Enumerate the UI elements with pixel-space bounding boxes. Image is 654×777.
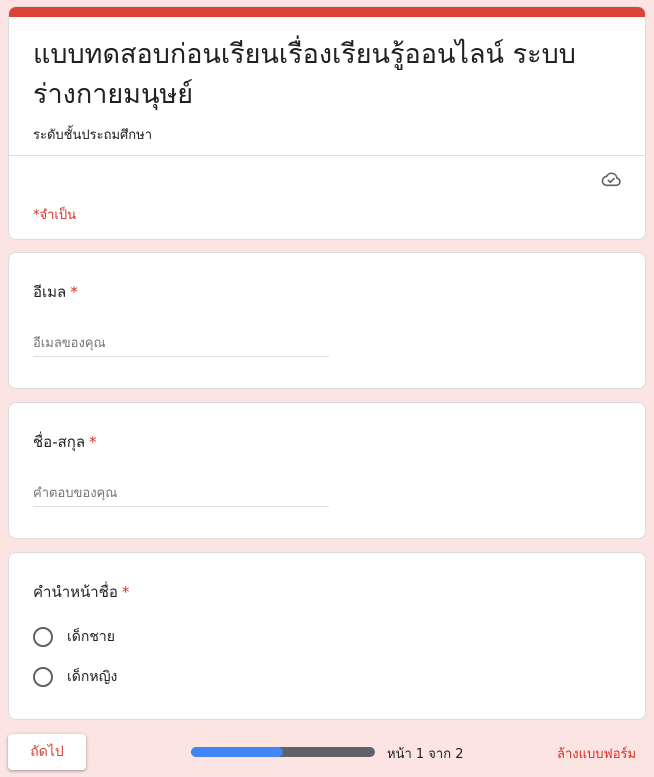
question-title-email: อีเมล * (33, 280, 78, 304)
progress-bar-fill (191, 747, 283, 757)
form-header-card: แบบทดสอบก่อนเรียนเรื่องเรียนรู้ออนไลน์ ร… (8, 6, 646, 240)
radio-option-boy[interactable]: เด็กชาย (33, 625, 115, 649)
required-asterisk: * (121, 583, 130, 601)
radio-option-girl[interactable]: เด็กหญิง (33, 665, 117, 689)
question-title-text: อีเมล (33, 283, 67, 301)
question-title-fullname: ชื่อ-สกุล * (33, 430, 97, 454)
question-title-text: ชื่อ-สกุล (33, 433, 86, 451)
question-title-text: คำนำหน้าชื่อ (33, 583, 118, 601)
question-title-prefix: คำนำหน้าชื่อ * (33, 580, 129, 604)
progress-bar (191, 747, 375, 757)
radio-button[interactable] (33, 667, 53, 687)
cloud-check-icon (601, 172, 621, 187)
next-button[interactable]: ถัดไป (8, 734, 86, 770)
radio-option-label: เด็กชาย (67, 629, 115, 645)
form-description: ระดับชั้นประถมศึกษา (33, 128, 153, 143)
question-card-fullname: ชื่อ-สกุล * (8, 402, 646, 539)
email-field[interactable] (33, 330, 329, 357)
fullname-field[interactable] (33, 480, 329, 507)
clear-form-link[interactable]: ล้างแบบฟอร์ม (557, 743, 636, 764)
question-card-prefix: คำนำหน้าชื่อ * เด็กชาย เด็กหญิง (8, 552, 646, 720)
required-asterisk: * (70, 283, 78, 301)
radio-option-label: เด็กหญิง (67, 669, 118, 685)
form-title: แบบทดสอบก่อนเรียนเรื่องเรียนรู้ออนไลน์ ร… (33, 39, 576, 110)
page-indicator: หน้า 1 จาก 2 (387, 747, 464, 762)
required-note: *จำเป็น (33, 208, 76, 223)
question-card-email: อีเมล * (8, 252, 646, 389)
theme-accent-bar (9, 7, 645, 17)
radio-button[interactable] (33, 627, 53, 647)
required-asterisk: * (89, 433, 97, 451)
header-divider (9, 155, 645, 156)
